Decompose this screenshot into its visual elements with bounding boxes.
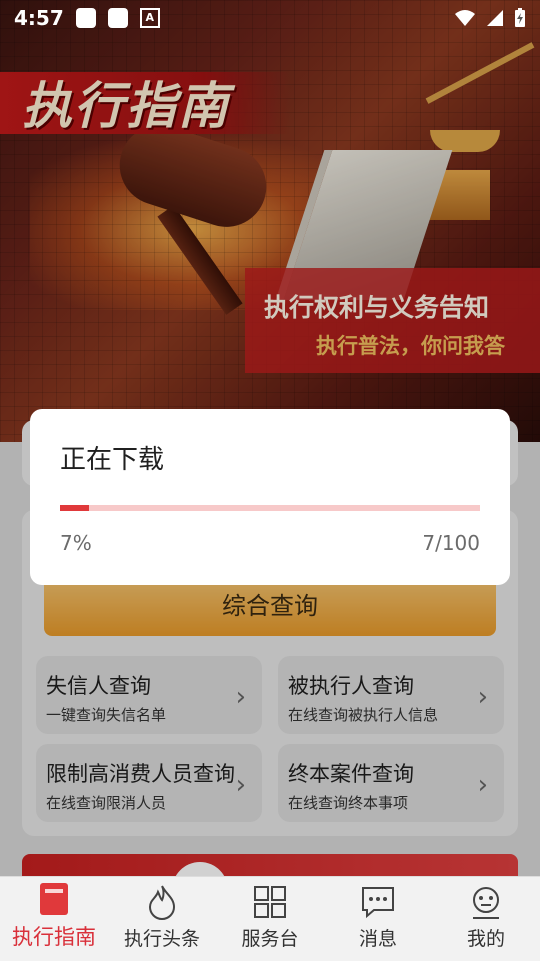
tab-label: 消息 — [358, 928, 397, 950]
status-right — [454, 8, 526, 28]
download-progress-bar — [60, 505, 480, 511]
chevron-right-icon: › — [477, 770, 488, 800]
progress-percent: 7% — [60, 531, 92, 555]
chevron-right-icon: › — [235, 770, 246, 800]
card-subtitle: 在线查询限消人员 — [46, 794, 167, 812]
justice-scale-pan — [430, 130, 500, 152]
card-subtitle: 在线查询终本事项 — [288, 794, 409, 812]
status-left: 4:57 A — [14, 6, 160, 30]
banner-title: 执行指南 — [22, 76, 230, 135]
header-banner[interactable]: 执行指南 执行权利与义务告知 执行普法，你问我答 — [0, 0, 540, 442]
card-title: 限制高消费人员查询 — [46, 762, 235, 786]
notification-icon — [75, 8, 96, 28]
download-dialog: 正在下载 7% 7/100 — [30, 409, 510, 585]
card-subtitle: 在线查询被执行人信息 — [288, 706, 439, 724]
signal-icon — [487, 10, 503, 26]
flame-icon — [144, 884, 180, 920]
dialog-title: 正在下载 — [60, 445, 165, 475]
notification-icon-2 — [107, 8, 128, 28]
tab-messages[interactable]: 消息 — [324, 877, 432, 961]
chevron-right-icon: › — [235, 682, 246, 712]
card-dishonest-query[interactable]: 失信人查询 一键查询失信名单 › — [36, 656, 262, 734]
status-bar: 4:57 A — [0, 0, 540, 36]
battery-icon — [515, 8, 525, 27]
card-terminated-case-query[interactable]: 终本案件查询 在线查询终本事项 › — [278, 744, 504, 822]
tab-mine[interactable]: 我的 — [432, 877, 540, 961]
wifi-icon — [455, 10, 475, 26]
chat-bubble-icon — [360, 884, 396, 920]
card-title: 失信人查询 — [46, 674, 151, 698]
tab-label: 我的 — [466, 928, 505, 950]
download-progress-fill — [60, 505, 90, 511]
tab-headlines[interactable]: 执行头条 — [108, 877, 216, 961]
profile-face-icon — [468, 884, 504, 920]
tab-guide[interactable]: 执行指南 — [0, 877, 108, 961]
card-executed-person-query[interactable]: 被执行人查询 在线查询被执行人信息 › — [278, 656, 504, 734]
progress-count: 7/100 — [422, 531, 480, 555]
tab-label: 服务台 — [241, 928, 299, 950]
tab-label: 执行指南 — [12, 925, 96, 949]
card-subtitle: 一键查询失信名单 — [46, 706, 167, 724]
card-title: 终本案件查询 — [288, 762, 414, 786]
banner-subtitle-1: 执行权利与义务告知 — [264, 293, 490, 322]
grid-icon — [252, 884, 288, 920]
keyboard-a-icon: A — [139, 8, 160, 28]
card-title: 被执行人查询 — [288, 674, 414, 698]
status-time: 4:57 — [14, 6, 64, 30]
guide-book-icon — [36, 881, 72, 917]
bottom-tab-bar: 执行指南 执行头条 服务台 消息 我的 — [0, 876, 540, 961]
chevron-right-icon: › — [477, 682, 488, 712]
banner-subtitle-2: 执行普法，你问我答 — [316, 333, 505, 358]
card-high-consumption-query[interactable]: 限制高消费人员查询 在线查询限消人员 › — [36, 744, 262, 822]
tab-service-desk[interactable]: 服务台 — [216, 877, 324, 961]
tab-label: 执行头条 — [123, 928, 200, 950]
